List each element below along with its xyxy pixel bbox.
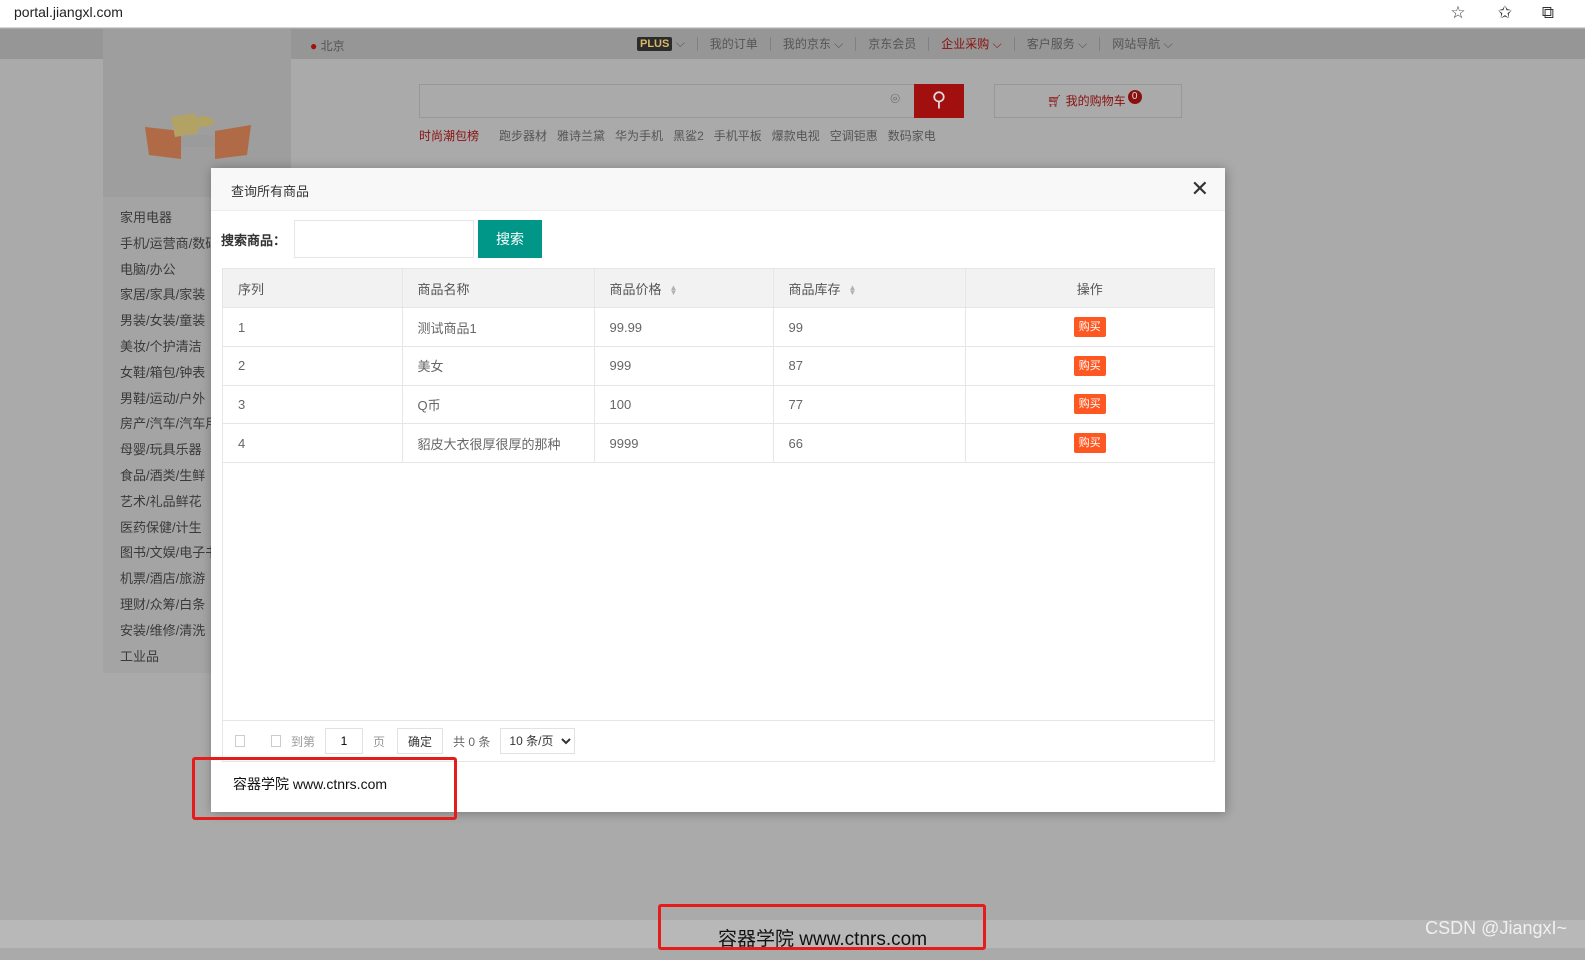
hotword[interactable]: 雅诗兰黛 <box>557 127 605 144</box>
page-confirm-button[interactable]: 确定 <box>397 728 444 754</box>
cell-action: 购买 <box>965 307 1214 347</box>
close-icon[interactable]: ✕ <box>1191 177 1209 201</box>
cart-icon: 🛒︎ <box>1047 94 1063 108</box>
logo-image <box>145 113 251 159</box>
hotword[interactable]: 手机平板 <box>714 127 762 144</box>
favorites-icon[interactable]: ✩ <box>1495 3 1515 23</box>
cart-count-badge: 0 <box>1127 90 1142 104</box>
cell-name: Q币 <box>402 385 595 425</box>
buy-button[interactable]: 购买 <box>1073 433 1106 454</box>
search-icon: ⚲ <box>931 89 947 111</box>
hotword-highlight[interactable]: 时尚潮包榜 <box>419 127 479 144</box>
csdn-watermark: CSDN @JiangxI~ <box>1425 918 1567 938</box>
cell-name: 美女 <box>402 346 595 386</box>
cell-index: 2 <box>223 346 403 386</box>
hotwords: 时尚潮包榜 跑步器材 雅诗兰黛 华为手机 黑鲨2 手机平板 爆款电视 空调钜惠 … <box>419 127 946 144</box>
table-row: 4 貂皮大衣很厚很厚的那种 9999 66 购买 <box>223 423 1214 463</box>
prev-page-icon[interactable] <box>235 735 245 747</box>
camera-icon[interactable]: ⌾ <box>890 91 900 109</box>
hotword[interactable]: 华为手机 <box>615 127 663 144</box>
cell-price: 100 <box>594 385 774 425</box>
site-search-button[interactable]: ⚲ <box>914 84 964 118</box>
nav-my-orders[interactable]: 我的订单 <box>696 36 770 51</box>
product-search-button[interactable]: 搜索 <box>478 220 543 258</box>
plus-badge[interactable]: PLUS ⌵ <box>637 36 697 51</box>
hotword[interactable]: 爆款电视 <box>772 127 820 144</box>
cell-stock: 66 <box>773 423 966 463</box>
column-header-action: 操作 <box>965 269 1214 309</box>
product-query-modal: 查询所有商品 ✕ 搜索商品： 搜索 序列 商品名称 商品价格 ▲ ▼ 商品库存 ▲ ▼ … <box>211 168 1225 812</box>
location-pin-icon: ● <box>310 39 318 53</box>
modal-header: 查询所有商品 ✕ <box>211 168 1225 211</box>
nav-enterprise[interactable]: 企业采购 ⌵ <box>928 36 1013 51</box>
goto-label: 到第 <box>291 734 316 749</box>
cell-index: 4 <box>223 423 403 463</box>
modal-title: 查询所有商品 <box>231 184 310 199</box>
collections-icon[interactable]: ⧉ <box>1538 3 1558 23</box>
pagination: 到第 页 确定 共 0 条 10 条/页 <box>222 720 1215 762</box>
cell-index: 3 <box>223 385 403 425</box>
buy-button[interactable]: 购买 <box>1073 317 1106 338</box>
location[interactable]: ● 北京 <box>310 37 345 54</box>
address-url[interactable]: portal.jiangxl.com <box>14 4 123 20</box>
table-header-row: 序列 商品名称 商品价格 ▲ ▼ 商品库存 ▲ ▼ 操作 <box>223 269 1214 309</box>
hotword[interactable]: 黑鲨2 <box>673 127 704 144</box>
column-header-stock[interactable]: 商品库存 ▲ ▼ <box>773 269 966 309</box>
product-search-row: 搜索商品： 搜索 <box>221 220 543 258</box>
cell-price: 9999 <box>594 423 774 463</box>
chevron-down-icon: ⌵ <box>834 36 844 51</box>
buy-button[interactable]: 购买 <box>1073 394 1106 415</box>
product-search-input[interactable] <box>294 220 475 258</box>
total-count: 共 0 条 <box>453 734 491 749</box>
hotword[interactable]: 空调钜惠 <box>830 127 878 144</box>
product-search-label: 搜索商品： <box>221 232 287 248</box>
cell-name: 貂皮大衣很厚很厚的那种 <box>402 423 595 463</box>
cell-stock: 87 <box>773 346 966 386</box>
top-nav: PLUS ⌵ 我的订单 我的京东 ⌵ 京东会员 企业采购 ⌵ 客户服务 ⌵ 网站… <box>637 36 1185 51</box>
table-row: 2 美女 999 87 购买 <box>223 346 1214 386</box>
nav-sitemap[interactable]: 网站导航 ⌵ <box>1099 36 1184 51</box>
column-header-price[interactable]: 商品价格 ▲ ▼ <box>594 269 774 309</box>
product-table: 序列 商品名称 商品价格 ▲ ▼ 商品库存 ▲ ▼ 操作 1 测试商品1 99.99 9… <box>222 268 1215 762</box>
annotation-box <box>192 757 457 820</box>
table-row: 1 测试商品1 99.99 99 购买 <box>223 307 1214 347</box>
page-size-select[interactable]: 10 条/页 <box>500 728 576 754</box>
page-unit: 页 <box>373 734 386 749</box>
site-search-input[interactable]: ⌾ <box>419 84 915 118</box>
cell-price: 99.99 <box>594 307 774 347</box>
cell-action: 购买 <box>965 385 1214 425</box>
annotation-box <box>658 904 986 950</box>
chevron-down-icon: ⌵ <box>1078 36 1088 51</box>
cell-stock: 99 <box>773 307 966 347</box>
buy-button[interactable]: 购买 <box>1073 355 1106 376</box>
cell-action: 购买 <box>965 346 1214 386</box>
cell-stock: 77 <box>773 385 966 425</box>
next-page-icon[interactable] <box>271 735 281 747</box>
chevron-down-icon: ⌵ <box>992 36 1002 51</box>
star-add-icon[interactable]: ☆ <box>1448 3 1468 23</box>
hotword[interactable]: 跑步器材 <box>499 127 547 144</box>
nav-service[interactable]: 客户服务 ⌵ <box>1013 36 1099 51</box>
nav-my-jd[interactable]: 我的京东 ⌵ <box>769 36 855 51</box>
address-bar[interactable]: portal.jiangxl.com ☆ ✩ ⧉ <box>0 0 1585 28</box>
hotword[interactable]: 数码家电 <box>888 127 936 144</box>
nav-member[interactable]: 京东会员 <box>855 36 928 51</box>
sort-icon[interactable]: ▲ ▼ <box>849 284 857 297</box>
chevron-down-icon: ⌵ <box>1163 36 1173 51</box>
cell-index: 1 <box>223 307 403 347</box>
column-header-index: 序列 <box>223 269 403 309</box>
column-header-name: 商品名称 <box>402 269 595 309</box>
chevron-down-icon: ⌵ <box>675 36 685 50</box>
sort-icon[interactable]: ▲ ▼ <box>670 284 678 297</box>
cell-name: 测试商品1 <box>402 307 595 347</box>
table-row: 3 Q币 100 77 购买 <box>223 385 1214 425</box>
cell-price: 999 <box>594 346 774 386</box>
cart-button[interactable]: 🛒︎ 我的购物车 0 <box>994 84 1182 118</box>
cell-action: 购买 <box>965 423 1214 463</box>
page-number-input[interactable] <box>325 728 364 754</box>
